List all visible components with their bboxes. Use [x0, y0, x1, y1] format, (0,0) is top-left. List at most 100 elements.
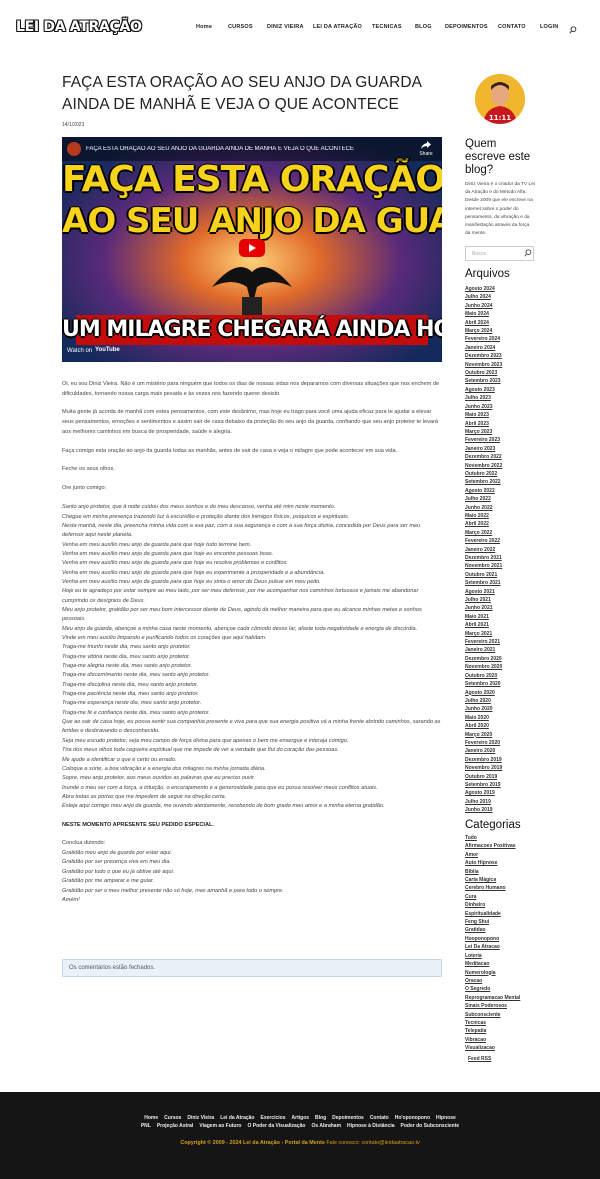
footer-link[interactable]: Ho'oponopono: [395, 1115, 430, 1121]
archive-link[interactable]: Fevereiro 2022: [465, 537, 502, 545]
archive-link[interactable]: Janeiro 2021: [465, 646, 502, 654]
nav-item-1[interactable]: CURSOS: [228, 24, 253, 30]
category-link[interactable]: Subconsciente: [465, 1011, 520, 1019]
share-button[interactable]: Share: [414, 141, 438, 157]
archive-link[interactable]: Julho 2019: [465, 798, 502, 806]
archive-link[interactable]: Maio 2020: [465, 714, 502, 722]
category-link[interactable]: Sinais Poderosos: [465, 1002, 520, 1010]
category-link[interactable]: Carta Mágica: [465, 876, 520, 884]
video-embed[interactable]: FAÇA ESTA ORAÇÃO AO SEU ANJO DA GUARDA U…: [62, 137, 442, 362]
footer-link[interactable]: Viagem ao Futuro: [199, 1123, 241, 1129]
channel-avatar[interactable]: [67, 142, 81, 156]
footer-link[interactable]: Projeção Astral: [157, 1123, 194, 1129]
archive-link[interactable]: Dezembro 2020: [465, 655, 502, 663]
archive-link[interactable]: Maio 2022: [465, 512, 502, 520]
archive-link[interactable]: Abril 2023: [465, 420, 502, 428]
archive-link[interactable]: Março 2021: [465, 630, 502, 638]
category-link[interactable]: Espiritualidade: [465, 910, 520, 918]
archive-link[interactable]: Março 2020: [465, 731, 502, 739]
nav-item-0[interactable]: Home: [196, 24, 212, 30]
archive-link[interactable]: Julho 2022: [465, 495, 502, 503]
nav-item-7[interactable]: CONTATO: [498, 24, 526, 30]
archive-link[interactable]: Abril 2020: [465, 722, 502, 730]
search-icon[interactable]: [569, 26, 577, 34]
archive-link[interactable]: Junho 2023: [465, 403, 502, 411]
archive-link[interactable]: Agosto 2019: [465, 789, 502, 797]
archive-link[interactable]: Janeiro 2022: [465, 546, 502, 554]
archive-link[interactable]: Agosto 2024: [465, 285, 502, 293]
footer-link[interactable]: Hipnose à Distância: [347, 1123, 395, 1129]
archive-link[interactable]: Junho 2022: [465, 504, 502, 512]
archive-link[interactable]: Agosto 2023: [465, 386, 502, 394]
category-link[interactable]: Amor: [465, 851, 520, 859]
nav-item-6[interactable]: DEPOIMENTOS: [445, 24, 488, 30]
archive-link[interactable]: Maio 2021: [465, 613, 502, 621]
archive-link[interactable]: Fevereiro 2023: [465, 436, 502, 444]
nav-item-2[interactable]: DINIZ VIEIRA: [267, 24, 304, 30]
archive-link[interactable]: Outubro 2021: [465, 571, 502, 579]
footer-link[interactable]: Home: [144, 1115, 158, 1121]
footer-link[interactable]: Lei da Atração: [220, 1115, 254, 1121]
archive-link[interactable]: Novembro 2022: [465, 462, 502, 470]
archive-link[interactable]: Setembro 2023: [465, 377, 502, 385]
category-link[interactable]: Afirmacoes Positivas: [465, 842, 520, 850]
archive-link[interactable]: Junho 2020: [465, 705, 502, 713]
archive-link[interactable]: Junho 2019: [465, 806, 502, 814]
category-link[interactable]: Auto Hipnose: [465, 859, 520, 867]
category-link[interactable]: Reprogramacao Mental: [465, 994, 520, 1002]
archive-link[interactable]: Novembro 2021: [465, 562, 502, 570]
archive-link[interactable]: Julho 2021: [465, 596, 502, 604]
archive-link[interactable]: Novembro 2020: [465, 663, 502, 671]
archive-link[interactable]: Agosto 2020: [465, 689, 502, 697]
archive-link[interactable]: Agosto 2021: [465, 588, 502, 596]
footer-link[interactable]: Os Abraham: [311, 1123, 341, 1129]
video-title[interactable]: FAÇA ESTA ORAÇÃO AO SEU ANJO DA GUARDA A…: [86, 146, 386, 152]
archive-link[interactable]: Setembro 2020: [465, 680, 502, 688]
archive-link[interactable]: Dezembro 2023: [465, 352, 502, 360]
archive-link[interactable]: Julho 2020: [465, 697, 502, 705]
archive-link[interactable]: Agosto 2022: [465, 487, 502, 495]
archive-link[interactable]: Novembro 2019: [465, 764, 502, 772]
contact-text[interactable]: Fale conosco: contato@leidaatracao.tv: [326, 1140, 419, 1146]
footer-link[interactable]: Exercícios: [261, 1115, 286, 1121]
category-link[interactable]: Cura: [465, 893, 520, 901]
category-link[interactable]: Gratidao: [465, 926, 520, 934]
archive-link[interactable]: Junho 2021: [465, 604, 502, 612]
archive-link[interactable]: Setembro 2021: [465, 579, 502, 587]
archive-link[interactable]: Dezembro 2022: [465, 453, 502, 461]
archive-link[interactable]: Dezembro 2019: [465, 756, 502, 764]
nav-item-8[interactable]: LOGIN: [540, 24, 558, 30]
category-link[interactable]: Meditacao: [465, 960, 520, 968]
category-link[interactable]: Oracao: [465, 977, 520, 985]
footer-link[interactable]: Poder do Subconsciente: [401, 1123, 460, 1129]
archive-link[interactable]: Maio 2024: [465, 310, 502, 318]
category-link[interactable]: Tecnicas: [465, 1019, 520, 1027]
footer-link[interactable]: O Poder da Visualização: [247, 1123, 305, 1129]
footer-link[interactable]: Artigos: [292, 1115, 310, 1121]
archive-link[interactable]: Setembro 2019: [465, 781, 502, 789]
footer-link[interactable]: PNL: [141, 1123, 151, 1129]
archive-link[interactable]: Julho 2023: [465, 394, 502, 402]
category-link[interactable]: Lei Da Atracao: [465, 943, 520, 951]
archive-link[interactable]: Abril 2021: [465, 621, 502, 629]
archive-link[interactable]: Novembro 2023: [465, 361, 502, 369]
archive-link[interactable]: Abril 2022: [465, 520, 502, 528]
category-link[interactable]: Tudo: [465, 834, 520, 842]
category-link[interactable]: Hooponopono: [465, 935, 520, 943]
watch-on-label[interactable]: Watch on: [67, 348, 92, 354]
footer-link[interactable]: Diniz Vieira: [187, 1115, 214, 1121]
archive-link[interactable]: Outubro 2020: [465, 672, 502, 680]
category-link[interactable]: O Segredo: [465, 985, 520, 993]
footer-link[interactable]: Depoimentos: [332, 1115, 364, 1121]
archive-link[interactable]: Março 2024: [465, 327, 502, 335]
archive-link[interactable]: Janeiro 2024: [465, 344, 502, 352]
archive-link[interactable]: Fevereiro 2021: [465, 638, 502, 646]
archive-link[interactable]: Julho 2024: [465, 293, 502, 301]
archive-link[interactable]: Março 2022: [465, 529, 502, 537]
category-link[interactable]: Vibracao: [465, 1036, 520, 1044]
category-link[interactable]: Numerologia: [465, 969, 520, 977]
footer-link[interactable]: Cursos: [164, 1115, 181, 1121]
archive-link[interactable]: Abril 2024: [465, 319, 502, 327]
archive-link[interactable]: Setembro 2022: [465, 478, 502, 486]
sidebar-search-icon[interactable]: [524, 249, 532, 257]
